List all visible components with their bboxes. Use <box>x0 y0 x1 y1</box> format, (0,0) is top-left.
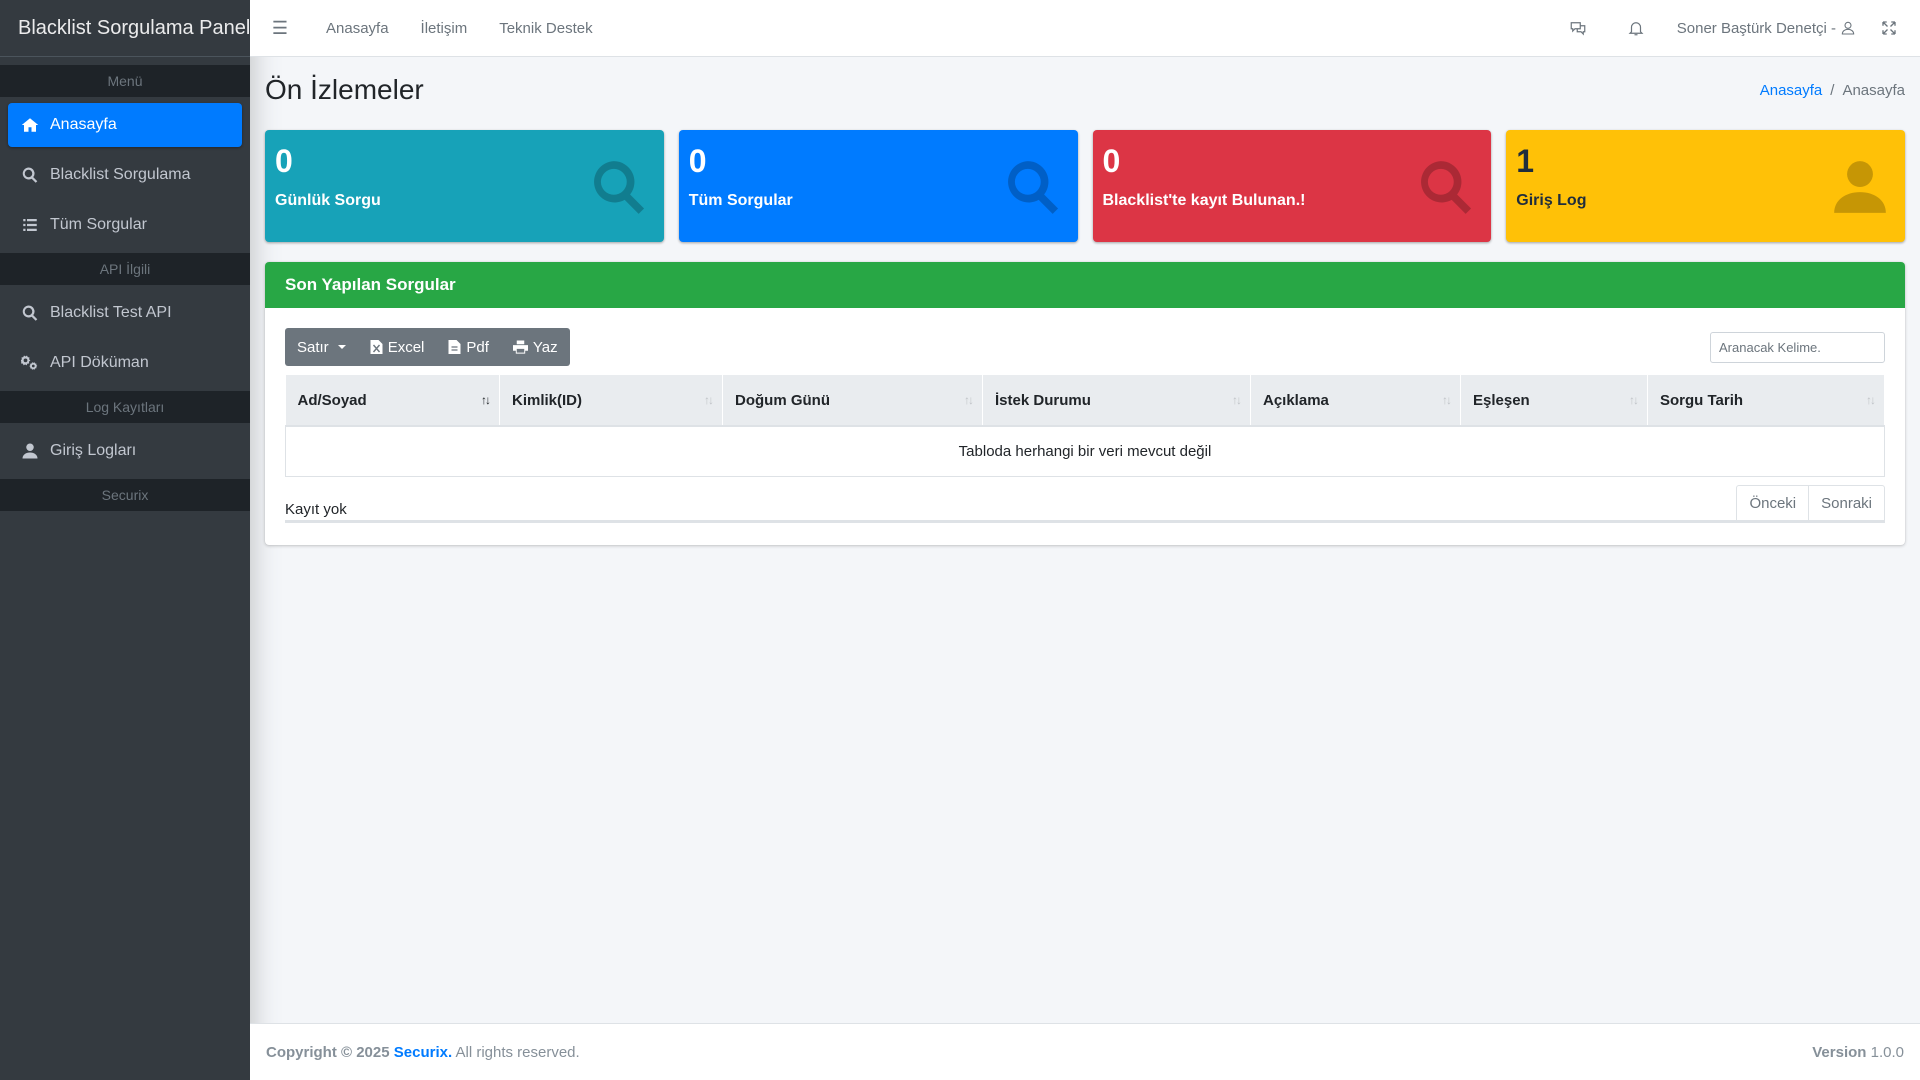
breadcrumb-link-anasayfa[interactable]: Anasayfa <box>1760 82 1823 99</box>
user-outline-icon <box>1841 21 1855 35</box>
topnav-link-anasayfa[interactable]: Anasayfa <box>310 20 405 37</box>
sort-icon: ↑↓ <box>964 393 974 407</box>
table-info: Kayıt yok <box>285 500 347 518</box>
sidebar-item-label: Anasayfa <box>50 116 117 133</box>
search-icon <box>588 156 650 218</box>
column-header-ad-soyad[interactable]: Ad/Soyad ↑↓ <box>285 375 500 427</box>
stat-box-gunluk-sorgu[interactable]: 0 Günlük Sorgu <box>265 130 664 242</box>
sidebar-item-label: API Döküman <box>50 354 149 371</box>
page-title: Ön İzlemeler <box>265 74 424 105</box>
topnav-link-teknik-destek[interactable]: Teknik Destek <box>483 20 608 37</box>
sort-icon: ↑↓ <box>1866 393 1876 407</box>
search-icon <box>1002 156 1064 218</box>
topnav-link-iletisim[interactable]: İletişim <box>405 20 484 37</box>
recent-queries-card: Son Yapılan Sorgular Satır Excel Pdf Yaz… <box>265 262 1905 545</box>
column-header-istek-durumu[interactable]: İstek Durumu ↑↓ <box>982 375 1251 427</box>
stat-box-giris-log[interactable]: 1 Giriş Log <box>1506 130 1905 242</box>
pagination-next-button[interactable]: Sonraki <box>1808 485 1884 522</box>
footer-version: Version 1.0.0 <box>1812 1043 1904 1061</box>
column-header-aciklama[interactable]: Açıklama ↑↓ <box>1250 375 1461 427</box>
print-button[interactable]: Yaz <box>501 328 570 366</box>
footer: Copyright © 2025 Securix. All rights res… <box>250 1023 1920 1080</box>
print-icon <box>512 340 528 354</box>
stat-boxes: 0 Günlük Sorgu 0 Tüm Sorgular 0 Blacklis… <box>265 130 1905 242</box>
sidebar-item-giris-loglari[interactable]: Giriş Logları <box>8 429 242 473</box>
user-menu[interactable]: Soner Baştürk Denetçi - <box>1665 20 1872 37</box>
empty-table-message: Tabloda herhangi bir veri mevcut değil <box>285 426 1885 477</box>
breadcrumb: Anasayfa / Anasayfa <box>1760 82 1905 99</box>
search-icon <box>1415 156 1477 218</box>
sort-icon: ↑↓ <box>1442 393 1452 407</box>
column-header-eslesen[interactable]: Eşleşen ↑↓ <box>1460 375 1648 427</box>
column-header-kimlik[interactable]: Kimlik(ID) ↑↓ <box>499 375 723 427</box>
footer-copyright: Copyright © 2025 Securix. All rights res… <box>266 1043 580 1061</box>
sidebar-item-label: Blacklist Test API <box>50 304 172 321</box>
list-icon <box>20 215 40 235</box>
column-header-dogum-gunu[interactable]: Doğum Günü ↑↓ <box>722 375 983 427</box>
breadcrumb-separator: / <box>1830 81 1835 99</box>
nav-header-securix: Securix <box>0 479 250 511</box>
user-icon <box>1829 156 1891 218</box>
main-content: Ön İzlemeler Anasayfa / Anasayfa 0 Günlü… <box>250 57 1920 1023</box>
caret-down-icon <box>337 345 346 349</box>
cogs-icon <box>20 353 40 373</box>
file-excel-icon <box>370 340 383 354</box>
file-pdf-icon <box>448 340 461 354</box>
breadcrumb-current: Anasayfa <box>1842 81 1905 99</box>
sidebar-item-label: Giriş Logları <box>50 442 137 459</box>
top-navbar: ☰ Anasayfa İletişim Teknik Destek Soner … <box>250 0 1920 57</box>
pdf-button[interactable]: Pdf <box>436 328 501 366</box>
home-icon <box>20 115 40 135</box>
sidebar: Blacklist Sorgulama Paneli Menü Anasayfa… <box>0 0 255 1080</box>
sort-icon: ↑↓ <box>704 393 714 407</box>
user-name: Soner Baştürk Denetçi - <box>1676 19 1836 37</box>
table-search-input[interactable] <box>1710 331 1885 363</box>
fullscreen-icon[interactable] <box>1872 19 1906 37</box>
bell-icon[interactable] <box>1607 19 1665 37</box>
search-icon <box>20 165 40 185</box>
sidebar-item-blacklist-sorgulama[interactable]: Blacklist Sorgulama <box>8 153 242 197</box>
footer-brand-link[interactable]: Securix. <box>394 1044 452 1061</box>
sort-asc-icon: ↑↓ <box>481 393 491 407</box>
sort-icon: ↑↓ <box>1629 393 1639 407</box>
pagination-previous-button[interactable]: Önceki <box>1737 486 1808 522</box>
sidebar-item-api-dokuman[interactable]: API Döküman <box>8 341 242 385</box>
stat-box-tum-sorgular[interactable]: 0 Tüm Sorgular <box>678 130 1078 242</box>
stat-box-blacklist-kayit[interactable]: 0 Blacklist'te kayıt Bulunan.! <box>1092 130 1492 242</box>
hamburger-menu-icon[interactable]: ☰ <box>250 0 310 57</box>
sidebar-item-label: Tüm Sorgular <box>50 216 147 233</box>
export-button-group: Satır Excel Pdf Yaz <box>285 328 570 366</box>
nav-header-menu: Menü <box>0 65 250 97</box>
sidebar-item-anasayfa[interactable]: Anasayfa <box>8 103 242 147</box>
sort-icon: ↑↓ <box>1232 393 1242 407</box>
comments-icon[interactable] <box>1549 19 1607 37</box>
excel-button[interactable]: Excel <box>358 328 437 366</box>
sidebar-item-label: Blacklist Sorgulama <box>50 166 191 183</box>
user-icon <box>20 441 40 461</box>
pagination: Önceki Sonraki <box>1736 484 1885 523</box>
nav-header-api: API İlgili <box>0 253 250 285</box>
search-icon <box>20 303 40 323</box>
sidebar-item-tum-sorgular[interactable]: Tüm Sorgular <box>8 203 242 247</box>
column-header-sorgu-tarih[interactable]: Sorgu Tarih ↑↓ <box>1647 375 1885 427</box>
sidebar-item-blacklist-test-api[interactable]: Blacklist Test API <box>8 291 242 335</box>
card-title: Son Yapılan Sorgular <box>265 262 1905 308</box>
rows-dropdown-button[interactable]: Satır <box>285 328 358 366</box>
brand-title[interactable]: Blacklist Sorgulama Paneli <box>0 0 255 57</box>
queries-table: Ad/Soyad ↑↓ Kimlik(ID) ↑↓ Doğum Günü ↑↓ İst… <box>285 375 1885 477</box>
nav-header-log: Log Kayıtları <box>0 391 250 423</box>
table-row: Tabloda herhangi bir veri mevcut değil <box>285 426 1885 477</box>
